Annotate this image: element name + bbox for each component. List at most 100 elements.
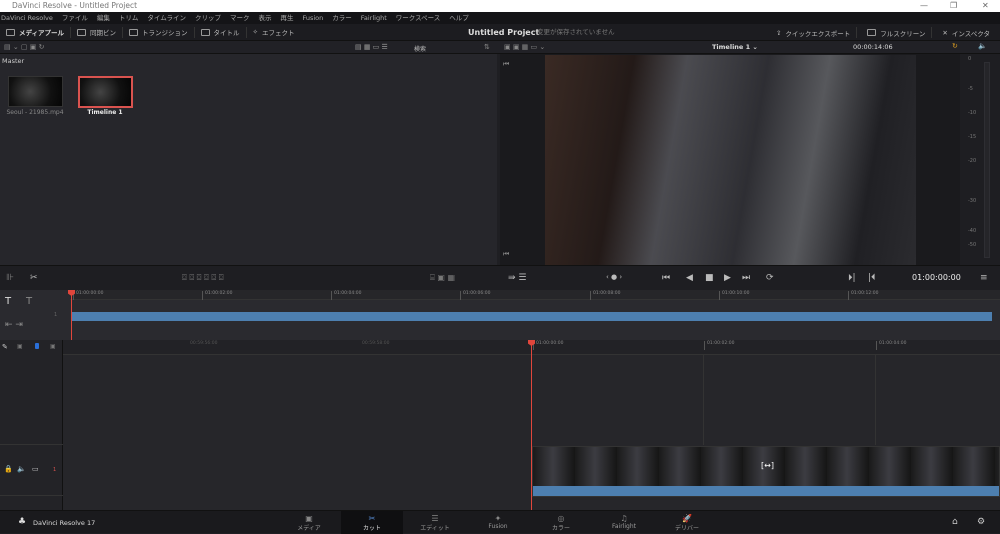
audio-tools-icons[interactable]: ⌸ ▣ ▦ (430, 273, 455, 283)
page-media[interactable]: ▣ メディア (278, 511, 340, 534)
titles-button[interactable]: タイトル (195, 26, 247, 38)
menu-help[interactable]: ヘルプ (449, 12, 469, 24)
timecode-display: 01:00:00:00 (912, 273, 961, 282)
audio-track-icon[interactable]: 🔈 (17, 465, 26, 473)
go-to-start-button[interactable]: ⏮ (662, 273, 670, 283)
mark-out-icon[interactable]: ⏮ (503, 250, 509, 259)
minimize-button[interactable]: — (920, 0, 928, 12)
timeline-thumbnail[interactable]: Timeline 1 (78, 76, 135, 116)
edit-tools-icons[interactable]: ⌼ ⌼ ⌼ ⌼ ⌼ ⌼ (182, 273, 224, 283)
next-edit-button[interactable]: |⏴ (868, 273, 876, 283)
stop-button[interactable]: ■ (705, 273, 714, 283)
play-button[interactable]: ▶ (724, 273, 731, 283)
page-fusion[interactable]: ✦ Fusion (467, 511, 529, 534)
inspector-button[interactable]: ✕ インスペクタ (936, 27, 996, 38)
menu-timeline[interactable]: タイムライン (147, 12, 186, 24)
upper-ruler[interactable]: 01:00:00:00 01:00:02:00 01:00:04:00 01:0… (70, 290, 1000, 300)
menu-fusion[interactable]: Fusion (302, 12, 323, 24)
home-icon[interactable]: ⌂ (952, 517, 958, 527)
menu-playback[interactable]: 再生 (280, 12, 293, 24)
jog-control[interactable]: ‹ ● › (606, 273, 622, 281)
pool-controls-bar: ▤ ⌄ ▢ ▣ ↻ ▤ ▦ ▭ ☰ 検索 ⇅ ▣ ▣ ▦ ▭ ⌄ Timelin… (0, 41, 1000, 54)
grid-line (875, 355, 876, 445)
smart-insert-icon[interactable]: ⊪ (6, 273, 14, 283)
clip-thumbnail[interactable]: Seoul - 21985.mp4 (6, 76, 65, 116)
title-bar: DaVinci Resolve - Untitled Project — ❐ ✕ (0, 0, 1000, 12)
timeline-selector[interactable]: Timeline 1 ⌄ (712, 43, 758, 51)
view-mode-icons[interactable]: ▤ ▦ ▭ ☰ (355, 43, 388, 51)
transitions-icon (129, 28, 139, 36)
speaker-icon[interactable]: 🔈 (978, 42, 987, 50)
menu-mark[interactable]: マーク (230, 12, 250, 24)
sync-bin-button[interactable]: 同期ビン (71, 26, 124, 38)
track-number: 1 (53, 467, 57, 473)
search-button[interactable]: 検索 (414, 44, 426, 53)
video-track-header: 🔒 🔈 ▭ 1 (0, 444, 63, 496)
video-track-icon[interactable]: ▭ (32, 465, 39, 473)
audio-icon[interactable]: ▣ (17, 343, 23, 350)
lock-icon[interactable]: 🔒 (4, 465, 13, 473)
pool-view-icons[interactable]: ▤ ⌄ ▢ ▣ ↻ (4, 43, 44, 51)
menu-davinci[interactable]: DaVinci Resolve (1, 12, 53, 24)
quick-export-button[interactable]: ⇪ クイックエクスポート (770, 27, 858, 38)
viewer-mode-icons[interactable]: ▣ ▣ ▦ ▭ ⌄ (504, 43, 545, 51)
davinci-logo-icon: ♣ (18, 517, 27, 527)
fullscreen-icon (867, 29, 877, 36)
menu-trim[interactable]: トリム (119, 12, 139, 24)
menu-file[interactable]: ファイル (62, 12, 88, 24)
media-pool (0, 54, 497, 265)
audio-meter: 0 -5 -10 -15 -20 -30 -40 -50 (960, 54, 1000, 265)
menu-edit[interactable]: 編集 (97, 12, 110, 24)
reverse-button[interactable]: ◀ (686, 273, 693, 283)
transport-bar: ⊪ ✂ ⌼ ⌼ ⌼ ⌼ ⌼ ⌼ ⌸ ▣ ▦ ⇛ ☰ ‹ ● › ⏮ ◀ ■ ▶ … (0, 265, 1000, 290)
go-to-end-button[interactable]: ⏭ (742, 273, 750, 283)
video-clip[interactable]: [↔] (532, 446, 1000, 497)
upper-playhead[interactable] (71, 290, 72, 340)
title-tool-icon[interactable]: T (5, 296, 11, 307)
transitions-button[interactable]: トランジション (123, 26, 195, 38)
duration-display: 00:00:14:06 (853, 43, 893, 51)
maximize-button[interactable]: ❐ (950, 0, 957, 12)
upper-clip-bar[interactable] (72, 312, 992, 321)
media-pool-button[interactable]: メディアプール (0, 26, 72, 38)
options-menu-icon[interactable]: ≡ (980, 273, 988, 283)
mark-in-icon[interactable]: ⏮ (503, 60, 509, 69)
menu-view[interactable]: 表示 (258, 12, 271, 24)
video-preview (545, 55, 916, 265)
insert-icon[interactable]: ⇤ ⇥ (5, 320, 23, 330)
timeline-thumbnail-image (78, 76, 133, 108)
menu-workspace[interactable]: ワークスペース (396, 12, 441, 24)
inspector-icon: ✕ (942, 28, 948, 37)
titles-icon (200, 28, 210, 36)
settings-gear-icon[interactable]: ⚙ (977, 517, 985, 527)
trim-tool-icon[interactable]: T (26, 296, 32, 307)
page-edit[interactable]: ☰ エディット (404, 511, 466, 534)
page-color[interactable]: ◎ カラー (530, 511, 592, 534)
close-button[interactable]: ✕ (982, 0, 989, 12)
fullscreen-button[interactable]: フルスクリーン (861, 27, 933, 38)
unsaved-status: 変更が保存されていません (537, 28, 615, 36)
page-deliver[interactable]: 🚀 デリバー (656, 511, 718, 534)
bin-label: Master (2, 57, 25, 65)
page-bar: ♣ DaVinci Resolve 17 ▣ メディア ✂ カット ☰ エディット ✦… (0, 510, 1000, 534)
clip-icon[interactable]: ▣ (50, 343, 56, 350)
effects-button[interactable]: ✧ エフェクト (247, 27, 301, 38)
menu-color[interactable]: カラー (332, 12, 352, 24)
sort-icon[interactable]: ⇅ (484, 43, 490, 51)
menu-fairlight[interactable]: Fairlight (361, 12, 387, 24)
loop-button[interactable]: ⟳ (766, 273, 774, 283)
scissors-icon[interactable]: ✂ (30, 273, 38, 283)
track-headers: ✎ ▣ ▣ 🔒 🔈 ▭ 1 (0, 340, 63, 510)
menu-clip[interactable]: クリップ (195, 12, 221, 24)
marker-icon[interactable] (35, 343, 39, 349)
clip-tools-icons[interactable]: ⇛ ☰ (508, 273, 526, 283)
export-icon: ⇪ (775, 28, 782, 37)
page-cut[interactable]: ✂ カット (341, 511, 403, 534)
brush-icon[interactable]: ✎ (2, 343, 8, 351)
lower-playhead[interactable] (531, 342, 532, 510)
prev-edit-button[interactable]: ⏵| (848, 273, 856, 283)
window-title: DaVinci Resolve - Untitled Project (12, 1, 138, 10)
project-title: Untitled Project (468, 28, 540, 37)
sync-icon[interactable]: ↻ (952, 42, 958, 50)
page-fairlight[interactable]: ♫ Fairlight (593, 511, 655, 534)
